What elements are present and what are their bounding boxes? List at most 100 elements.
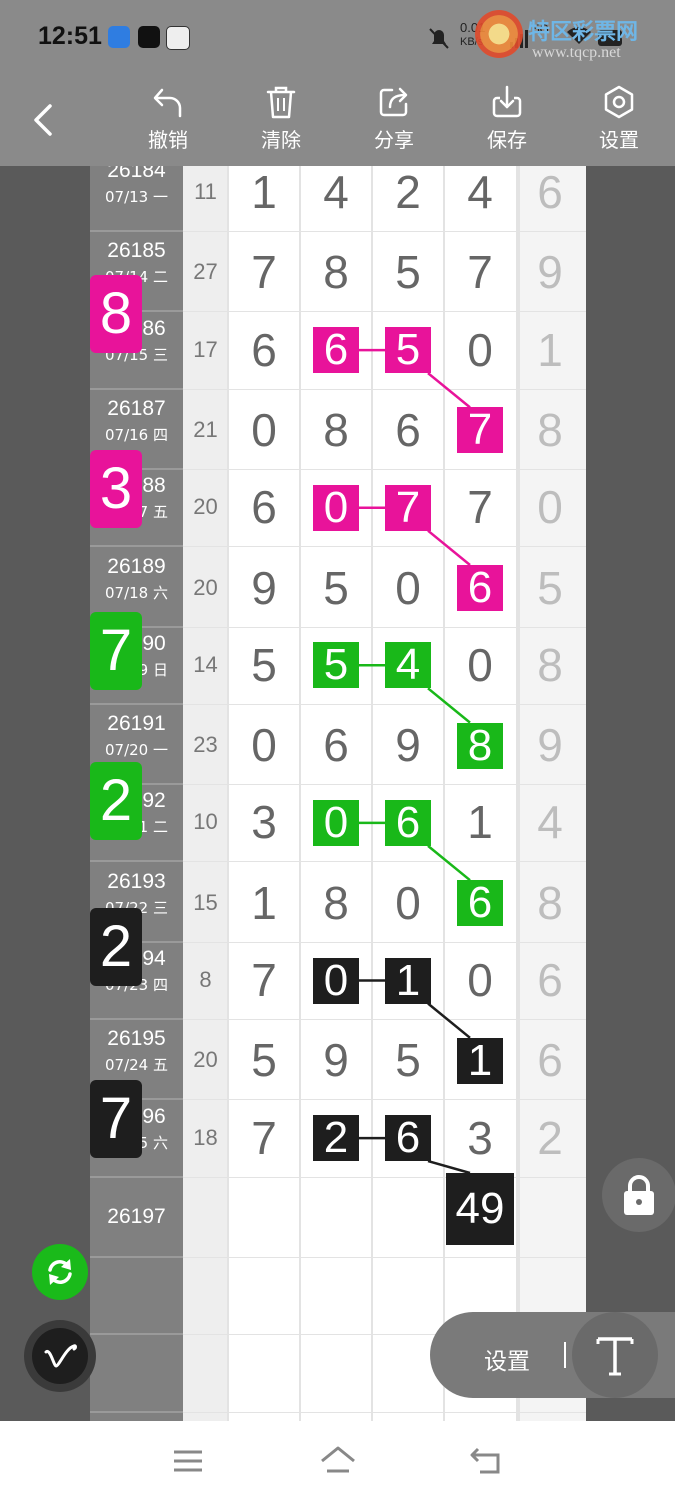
digit-cell[interactable]: 0: [444, 627, 516, 704]
digit-cell[interactable]: 9: [228, 550, 300, 627]
digit-cell[interactable]: 7: [444, 469, 516, 546]
sum-value: 21: [193, 416, 218, 442]
digit-cell[interactable]: 8: [516, 627, 584, 704]
back-icon[interactable]: [28, 100, 58, 140]
digit-cell[interactable]: 1: [228, 865, 300, 942]
issue-date: 07/24 五: [105, 1056, 168, 1075]
digit-cell[interactable]: 4: [444, 166, 516, 231]
digit-cell[interactable]: 0: [228, 392, 300, 469]
digit-cell[interactable]: 8: [300, 234, 372, 311]
sum-value: 20: [193, 1047, 218, 1073]
digit-cell[interactable]: [228, 1335, 300, 1412]
digit-cell[interactable]: 3: [228, 784, 300, 861]
status-time: 12:51: [38, 22, 102, 50]
pill-settings-label[interactable]: 设置: [484, 1342, 530, 1376]
digit-cell[interactable]: 9: [516, 234, 584, 311]
digit-cell[interactable]: 0: [516, 469, 584, 546]
digit-cell[interactable]: [300, 1335, 372, 1412]
digit-cell[interactable]: 6: [516, 1022, 584, 1099]
grid-hline: [183, 231, 586, 232]
sum-value: 14: [193, 651, 218, 677]
trash-icon: [266, 86, 296, 119]
digit-cell[interactable]: 6: [516, 166, 584, 231]
digit-cell[interactable]: 6: [300, 707, 372, 784]
digit-cell[interactable]: 4: [300, 166, 372, 231]
digit-cell[interactable]: [228, 1257, 300, 1334]
issue-divider: [90, 860, 183, 863]
mute-icon: [429, 28, 449, 49]
digit-cell[interactable]: 1: [444, 784, 516, 861]
digit-cell[interactable]: 5: [372, 1022, 444, 1099]
digit-cell[interactable]: 6: [228, 312, 300, 389]
clear-button[interactable]: 清除: [241, 84, 321, 153]
digit-cell[interactable]: 2: [372, 166, 444, 231]
digit-cell[interactable]: 7: [228, 942, 300, 1019]
digit-cell[interactable]: [300, 1180, 372, 1257]
digit-cell[interactable]: 0: [228, 707, 300, 784]
text-tool-icon: [596, 1337, 634, 1376]
digit-cell[interactable]: [228, 1412, 300, 1421]
lock-button[interactable]: [602, 1158, 675, 1232]
digit-cell[interactable]: 3: [444, 1100, 516, 1177]
home-icon[interactable]: [319, 1445, 357, 1475]
digit-cell[interactable]: 0: [444, 942, 516, 1019]
highlighted-digit: 0: [313, 957, 359, 1004]
digit-cell[interactable]: 5: [228, 627, 300, 704]
menu-icon[interactable]: [172, 1449, 204, 1473]
digit-cell[interactable]: [444, 1412, 516, 1421]
undo-button[interactable]: 撤销: [128, 84, 208, 153]
digit-cell[interactable]: 8: [516, 392, 584, 469]
settings-button[interactable]: 设置: [579, 84, 659, 153]
issue-date: 07/20 一: [105, 741, 168, 760]
digit-cell[interactable]: 9: [516, 707, 584, 784]
refresh-button[interactable]: [32, 1244, 88, 1300]
digit-cell[interactable]: [300, 1257, 372, 1334]
digit-cell[interactable]: 8: [300, 865, 372, 942]
digit-cell[interactable]: 9: [372, 707, 444, 784]
digit-cell[interactable]: 0: [372, 865, 444, 942]
share-label: 分享: [374, 128, 414, 152]
digit-cell[interactable]: [372, 1412, 444, 1421]
grid-hline: [183, 1019, 586, 1020]
back-nav-icon[interactable]: [470, 1447, 504, 1475]
digit-cell[interactable]: 7: [228, 234, 300, 311]
digit-cell[interactable]: 9: [300, 1022, 372, 1099]
digit-cell[interactable]: 7: [444, 234, 516, 311]
digit-cell[interactable]: 5: [228, 1022, 300, 1099]
settings-pill[interactable]: 设置: [430, 1312, 675, 1398]
digit-cell[interactable]: 6: [372, 392, 444, 469]
highlighted-digit: 6: [313, 327, 359, 374]
digit-cell[interactable]: 8: [516, 865, 584, 942]
text-tool-button[interactable]: [572, 1312, 658, 1398]
pen-button[interactable]: [24, 1320, 96, 1392]
digit-cell[interactable]: 1: [516, 312, 584, 389]
digit-cell[interactable]: 6: [516, 942, 584, 1019]
watermark-url: www.tqcp.net: [532, 44, 621, 61]
digit-cell[interactable]: 0: [444, 312, 516, 389]
digit-cell[interactable]: [516, 1412, 584, 1421]
digit-cell[interactable]: 5: [372, 234, 444, 311]
highlighted-digit: 0: [313, 484, 359, 531]
highlighted-digit: 8: [457, 722, 503, 769]
digit-cell[interactable]: 4: [516, 784, 584, 861]
digit-cell[interactable]: 5: [300, 550, 372, 627]
digit-cell[interactable]: 8: [300, 392, 372, 469]
highlighted-digit: 1: [385, 957, 431, 1004]
save-button[interactable]: 保存: [467, 84, 547, 153]
digit-cell[interactable]: 5: [516, 550, 584, 627]
issue-divider: [90, 1018, 183, 1020]
download-icon: [492, 85, 522, 118]
digit-cell[interactable]: 7: [228, 1100, 300, 1177]
digit-cell[interactable]: 6: [228, 469, 300, 546]
digit-cell[interactable]: 2: [516, 1100, 584, 1177]
digit-cell[interactable]: [300, 1412, 372, 1421]
digit-cell[interactable]: [372, 1257, 444, 1334]
avatar-notification-icon: [166, 26, 190, 50]
issue-divider: [90, 545, 183, 548]
digit-cell[interactable]: [372, 1180, 444, 1257]
digit-cell[interactable]: 1: [228, 166, 300, 231]
digit-cell[interactable]: 0: [372, 550, 444, 627]
digit-cell[interactable]: [228, 1180, 300, 1257]
share-button[interactable]: 分享: [354, 84, 434, 153]
digit-cell[interactable]: [516, 1180, 584, 1257]
